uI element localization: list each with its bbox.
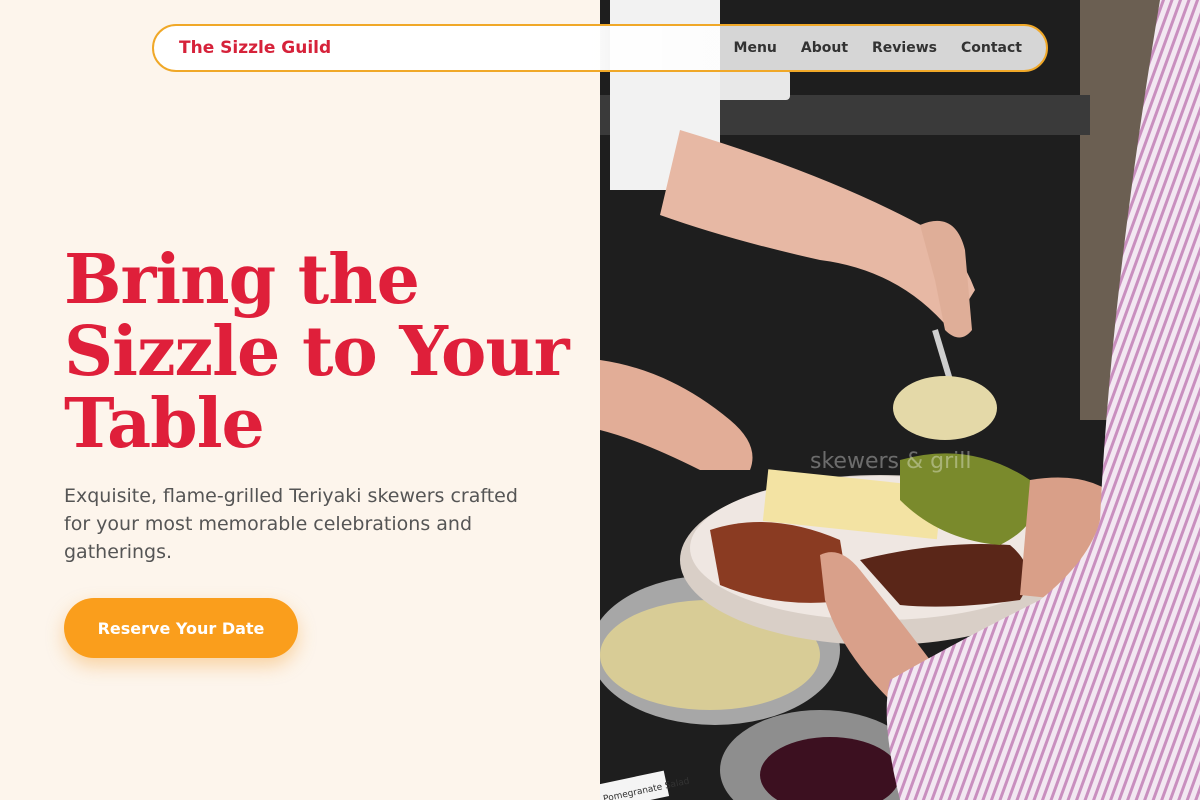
hero-subtitle: Exquisite, flame-grilled Teriyaki skewer… (64, 485, 518, 563)
hero-title: Bring the Sizzle to Your Table (64, 244, 584, 460)
hero-left-panel: Bring the Sizzle to Your Table Exquisite… (0, 0, 600, 800)
brand-logo-link[interactable]: The Sizzle Guild (179, 38, 331, 58)
reserve-date-button[interactable]: Reserve Your Date (64, 598, 298, 658)
hero-food-photo: Pomegranate Salad skewers & grill (600, 0, 1200, 800)
card-reader (710, 70, 790, 100)
nav-link-about[interactable]: About (801, 40, 848, 56)
photo-watermark: skewers & grill (810, 449, 971, 474)
hero-title-line-3: Table (64, 384, 265, 464)
hero-title-line-1: Bring the (64, 240, 420, 320)
couscous-scoop (893, 376, 997, 440)
nav-link-contact[interactable]: Contact (961, 40, 1022, 56)
top-navigation-bar: The Sizzle Guild Menu About Reviews Cont… (152, 24, 1048, 72)
nav-link-reviews[interactable]: Reviews (872, 40, 937, 56)
nav-links: Menu About Reviews Contact (734, 40, 1022, 56)
nav-link-menu[interactable]: Menu (734, 40, 777, 56)
food-serving-photo: Pomegranate Salad skewers & grill (600, 0, 1200, 800)
hero-title-line-2: Sizzle to Your (64, 312, 570, 392)
